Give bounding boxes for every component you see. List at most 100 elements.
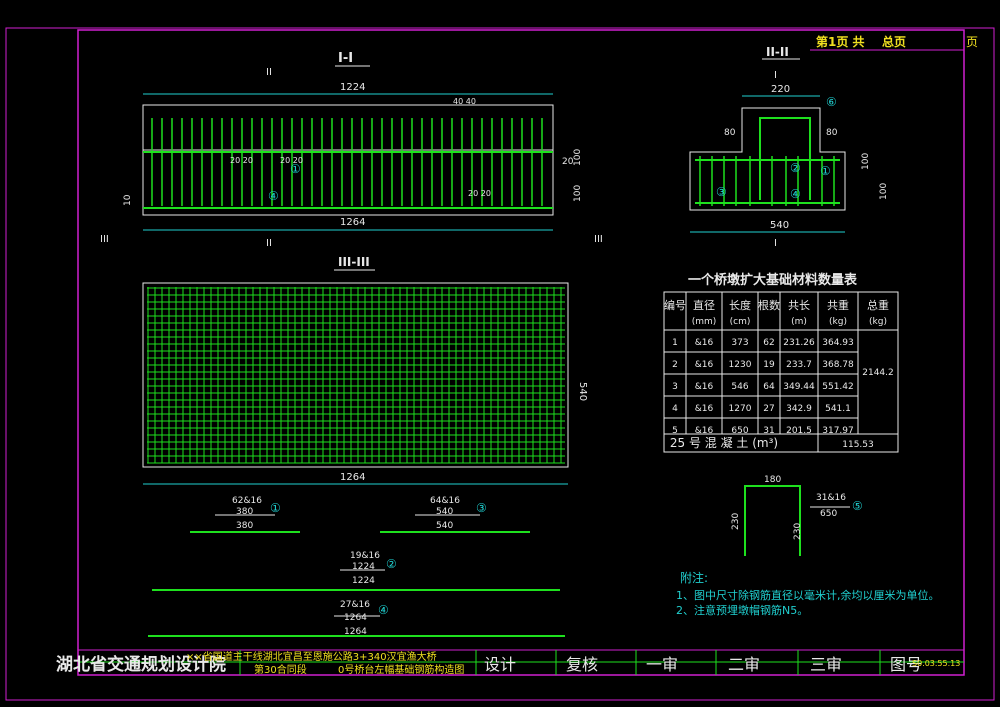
cut-iii-right: III [594,234,603,245]
dim-1224: 1224 [340,82,365,93]
marker-1-ii: ① [820,164,831,178]
note-2: 2、注意预埋墩帽钢筋N5。 [676,603,808,617]
svg-text:27&16: 27&16 [340,600,370,610]
table-cell: 231.26 [783,338,815,348]
table-cell: 31 [763,426,774,436]
dim-4040: 40 40 [453,97,476,106]
table-cell: 64 [763,382,775,392]
table-cell: &16 [695,404,714,414]
section-title-3: III-III [338,255,370,269]
drawing-canvas: 第1页 共 总页 页 I-I 1224 40 40 20 20 20 20 20… [5,27,995,701]
table-header-cell-sub: (kg) [829,317,847,327]
table-concrete-label: 25 号 混 凝 土 (m³) [670,435,778,450]
dim-540-ii: 540 [770,220,789,231]
bar-detail-1: 62&16 380 380 ① [190,496,300,533]
table-cell: 541.1 [825,404,851,414]
table-total-weight: 2144.2 [862,368,894,378]
table-cell: 1270 [729,404,752,414]
table-cell: 1 [672,338,678,348]
svg-text:230: 230 [731,513,741,530]
dim-540-iii: 540 [577,382,588,401]
table-cell: 3 [672,382,678,392]
dim-80-right: 80 [826,128,838,138]
table-header-cell: 长度 [729,298,751,312]
svg-text:380: 380 [236,507,253,517]
bar-detail-5: 180 230 230 31&16 650 ⑤ [731,475,863,556]
dim-220: 220 [771,84,790,95]
dim-100-ii-a: 100 [861,153,871,170]
table-header-cell: 共长 [788,299,810,312]
section-title-2: II-II [766,45,789,59]
table-cell: 201.5 [786,426,812,436]
svg-text:1224: 1224 [352,562,375,572]
marker-3-ii: ③ [716,185,727,199]
drawing-title: 0号桥台左幅基础钢筋构造图 [338,663,464,676]
svg-text:380: 380 [236,521,253,531]
marker-6: ⑥ [826,95,837,109]
svg-text:1224: 1224 [352,576,375,586]
table-cell: 342.9 [786,404,812,414]
dim-1264-i: 1264 [340,217,365,228]
cut-iii-left: III [100,234,109,245]
table-header-cell: 直径 [693,298,715,312]
label-review: 复核 [566,655,598,674]
svg-text:③: ③ [476,501,487,515]
table-concrete-value: 115.53 [842,440,874,450]
cut-i-bottom: I [774,238,777,249]
table-cell: &16 [695,426,714,436]
table-cell: 349.44 [783,382,815,392]
dim-2020-a: 20 20 [230,156,253,165]
table-cell: 233.7 [786,360,812,370]
table-cell: 19 [763,360,775,370]
table-cell: 62 [763,338,774,348]
cut-i-top: I [774,70,777,81]
table-cell: 650 [731,426,748,436]
table-cell: 27 [763,404,774,414]
label-design: 设计 [484,655,516,674]
dim-10: 10 [123,194,133,206]
dim-100-upper: 100 [573,149,583,166]
section-1-body [142,104,554,216]
table-cell: 2 [672,360,678,370]
dim-1264-iii: 1264 [340,472,365,483]
section-title-1: I-I [338,51,353,66]
table-header-cell: 编号 [664,298,686,312]
table-cell: &16 [695,382,714,392]
table-header-cell-sub: (kg) [869,317,887,327]
table-header-cell: 总重 [867,298,889,312]
marker-4-ii: ④ [790,187,801,201]
svg-text:31&16: 31&16 [816,493,846,503]
table-cell: &16 [695,338,714,348]
svg-text:540: 540 [436,521,453,531]
bar-detail-4: 27&16 1264 1264 ④ [148,600,565,637]
svg-text:19&16: 19&16 [350,551,380,561]
table-header-cell-sub: (cm) [730,317,751,327]
rebar-mesh [147,287,565,464]
dim-2020-c: 20 20 [468,189,491,198]
marker-1-i: ① [290,162,301,176]
svg-text:64&16: 64&16 [430,496,460,506]
table-cell: 551.42 [822,382,854,392]
dim-100-ii-b: 100 [879,183,889,200]
section-3-outline [142,282,569,468]
svg-text:1264: 1264 [344,613,367,623]
label-check-1: 一审 [646,655,678,674]
table-cell: 368.78 [822,360,854,370]
table-cell: 1230 [729,360,752,370]
svg-text:650: 650 [820,509,837,519]
project-line-2: 第30合同段 [254,663,307,676]
svg-text:①: ① [270,501,281,515]
table-header-cell-sub: (m) [791,317,807,327]
label-check-2: 二审 [728,655,760,674]
svg-text:62&16: 62&16 [232,496,262,506]
svg-text:②: ② [386,557,397,571]
svg-text:230: 230 [793,523,803,540]
table-cell: 5 [672,426,678,436]
note-1: 1、图中尺寸除钢筋直径以毫米计,余均以厘米为单位。 [676,588,940,602]
table-header-cell: 根数 [758,298,780,312]
table-header-cell-sub: (mm) [692,317,717,327]
dim-20-right: 20 [562,157,574,167]
table-header-cell: 共重 [827,298,849,312]
table-cell: 546 [731,382,748,392]
table-cell: 364.93 [822,338,854,348]
